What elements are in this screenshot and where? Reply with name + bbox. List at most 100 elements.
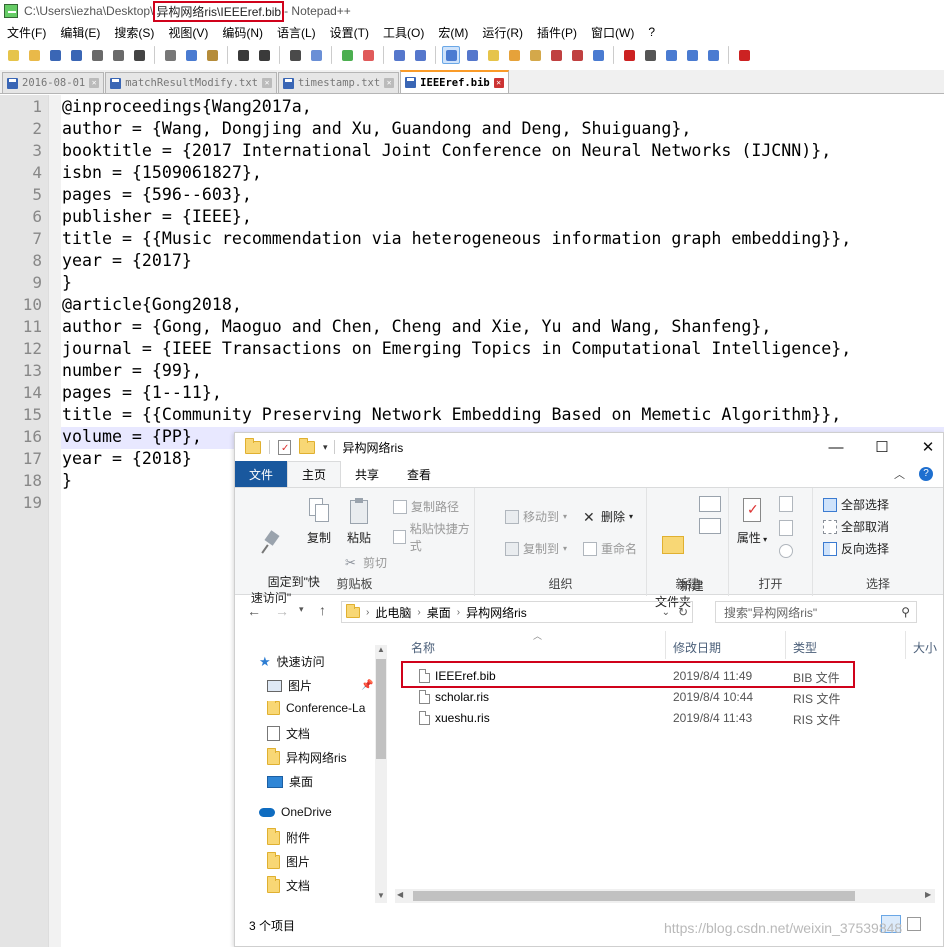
- folder-workspace-icon[interactable]: [568, 46, 586, 64]
- ribbon-tab-share[interactable]: 共享: [341, 461, 393, 487]
- move-to-button[interactable]: 移动到 ▾: [505, 508, 567, 525]
- play-icon[interactable]: [662, 46, 680, 64]
- code-line[interactable]: title = {{Music recommendation via heter…: [62, 228, 851, 250]
- forward-icon[interactable]: →: [275, 603, 289, 619]
- properties-check-icon[interactable]: ✓: [278, 439, 291, 455]
- address-dropdown-icon[interactable]: ⌄: [662, 607, 670, 618]
- code-line[interactable]: }: [62, 470, 72, 492]
- close-tab-icon[interactable]: ✕: [384, 78, 395, 88]
- column-name[interactable]: 名称: [411, 639, 435, 656]
- scroll-down-icon[interactable]: ▼: [377, 891, 385, 900]
- menu-edit[interactable]: 编辑(E): [53, 24, 107, 41]
- nav-onedrive-documents[interactable]: 文档: [267, 875, 310, 894]
- copy-button[interactable]: 复制: [301, 498, 337, 546]
- monitor-icon[interactable]: [589, 46, 607, 64]
- new-icon[interactable]: [4, 46, 22, 64]
- close-tab-icon[interactable]: ✕: [261, 78, 272, 88]
- find-icon[interactable]: [286, 46, 304, 64]
- code-line[interactable]: number = {99},: [62, 360, 202, 382]
- code-line[interactable]: author = {Wang, Dongjing and Xu, Guandon…: [62, 118, 691, 140]
- history-icon[interactable]: [779, 544, 793, 558]
- breadcrumb-current[interactable]: 异构网络ris: [466, 604, 527, 621]
- doc-map-icon[interactable]: [526, 46, 544, 64]
- zoom-out-icon[interactable]: [359, 46, 377, 64]
- search-icon[interactable]: ⚲: [901, 605, 910, 619]
- easy-access-icon[interactable]: [699, 518, 721, 534]
- save-macro-icon[interactable]: [704, 46, 722, 64]
- nav-documents[interactable]: 文档: [267, 725, 310, 742]
- spellcheck-icon[interactable]: [735, 46, 753, 64]
- code-line[interactable]: journal = {IEEE Transactions on Emerging…: [62, 338, 851, 360]
- nav-pictures[interactable]: 图片 📌: [267, 677, 373, 694]
- close-tab-icon[interactable]: ✕: [493, 77, 504, 88]
- stop-icon[interactable]: [641, 46, 659, 64]
- help-icon[interactable]: ?: [919, 467, 933, 481]
- close-all-icon[interactable]: [109, 46, 127, 64]
- menu-help[interactable]: ?: [641, 25, 662, 39]
- sync-v-icon[interactable]: [390, 46, 408, 64]
- select-none-button[interactable]: 全部取消: [823, 518, 889, 535]
- invert-selection-button[interactable]: 反向选择: [823, 540, 889, 557]
- scroll-left-icon[interactable]: ◀: [397, 890, 403, 899]
- file-list-hscrollbar-thumb[interactable]: [413, 891, 855, 901]
- ribbon-tab-view[interactable]: 查看: [393, 461, 445, 487]
- customize-qat-icon[interactable]: ▾: [323, 442, 328, 453]
- nav-desktop[interactable]: 桌面: [267, 773, 313, 790]
- code-line[interactable]: pages = {1--11},: [62, 382, 222, 404]
- close-icon[interactable]: [88, 46, 106, 64]
- all-chars-icon[interactable]: [463, 46, 481, 64]
- nav-hetero-ris[interactable]: 异构网络ris: [267, 747, 347, 766]
- open-icon[interactable]: [25, 46, 43, 64]
- menu-search[interactable]: 搜索(S): [107, 24, 161, 41]
- save-all-icon[interactable]: [67, 46, 85, 64]
- edit-icon[interactable]: [779, 520, 793, 536]
- scroll-up-icon[interactable]: ▲: [377, 645, 385, 654]
- tab-2016-08-01[interactable]: 2016-08-01 ✕: [2, 72, 105, 93]
- menu-macro[interactable]: 宏(M): [431, 24, 475, 41]
- nav-conference[interactable]: Conference-La: [267, 701, 375, 715]
- properties-button[interactable]: ✓ 属性 ▾: [735, 498, 769, 548]
- file-row[interactable]: scholar.ris 2019/8/4 10:44 RIS 文件: [395, 686, 943, 707]
- select-all-button[interactable]: 全部选择: [823, 496, 889, 513]
- column-size[interactable]: 大小: [913, 639, 937, 656]
- replace-icon[interactable]: [307, 46, 325, 64]
- code-line[interactable]: @article{Gong2018,: [62, 294, 242, 316]
- menu-tools[interactable]: 工具(O): [376, 24, 431, 41]
- nav-quick-access[interactable]: ★ 快速访问: [259, 653, 325, 670]
- scroll-right-icon[interactable]: ▶: [925, 890, 931, 899]
- code-line[interactable]: year = {2018}: [62, 448, 192, 470]
- column-type[interactable]: 类型: [793, 639, 817, 656]
- code-line[interactable]: title = {{Community Preserving Network E…: [62, 404, 841, 426]
- indent-guide-icon[interactable]: [484, 46, 502, 64]
- menu-language[interactable]: 语言(L): [270, 24, 323, 41]
- code-line[interactable]: }: [62, 272, 72, 294]
- copy-icon[interactable]: [182, 46, 200, 64]
- code-line[interactable]: isbn = {1509061827},: [62, 162, 262, 184]
- redo-icon[interactable]: [255, 46, 273, 64]
- close-tab-icon[interactable]: ✕: [89, 78, 100, 88]
- code-line[interactable]: @inproceedings{Wang2017a,: [62, 96, 312, 118]
- menu-encoding[interactable]: 编码(N): [215, 24, 270, 41]
- menu-view[interactable]: 视图(V): [161, 24, 215, 41]
- zoom-in-icon[interactable]: [338, 46, 356, 64]
- recent-locations-icon[interactable]: ▾: [299, 604, 304, 615]
- paste-button[interactable]: 粘贴: [341, 498, 377, 546]
- address-bar[interactable]: › 此电脑 › 桌面 › 异构网络ris ⌄ ↻: [341, 601, 693, 623]
- code-line[interactable]: volume = {PP},: [62, 426, 202, 448]
- menu-settings[interactable]: 设置(T): [323, 24, 376, 41]
- ribbon-tab-home[interactable]: 主页: [287, 461, 342, 487]
- nav-attachments[interactable]: 附件: [267, 827, 310, 846]
- print-icon[interactable]: [130, 46, 148, 64]
- up-icon[interactable]: ↑: [319, 602, 326, 618]
- code-line[interactable]: publisher = {IEEE},: [62, 206, 252, 228]
- menu-run[interactable]: 运行(R): [475, 24, 530, 41]
- close-button[interactable]: ✕: [905, 433, 944, 461]
- back-icon[interactable]: ←: [247, 603, 261, 619]
- menu-window[interactable]: 窗口(W): [584, 24, 641, 41]
- minimize-button[interactable]: —: [813, 433, 859, 461]
- copy-path-button[interactable]: 复制路径: [393, 498, 459, 515]
- delete-button[interactable]: ✕ 删除 ▾: [583, 508, 633, 525]
- wrap-icon[interactable]: [442, 46, 460, 64]
- record-icon[interactable]: [620, 46, 638, 64]
- tab-timestamp[interactable]: timestamp.txt ✕: [277, 72, 400, 93]
